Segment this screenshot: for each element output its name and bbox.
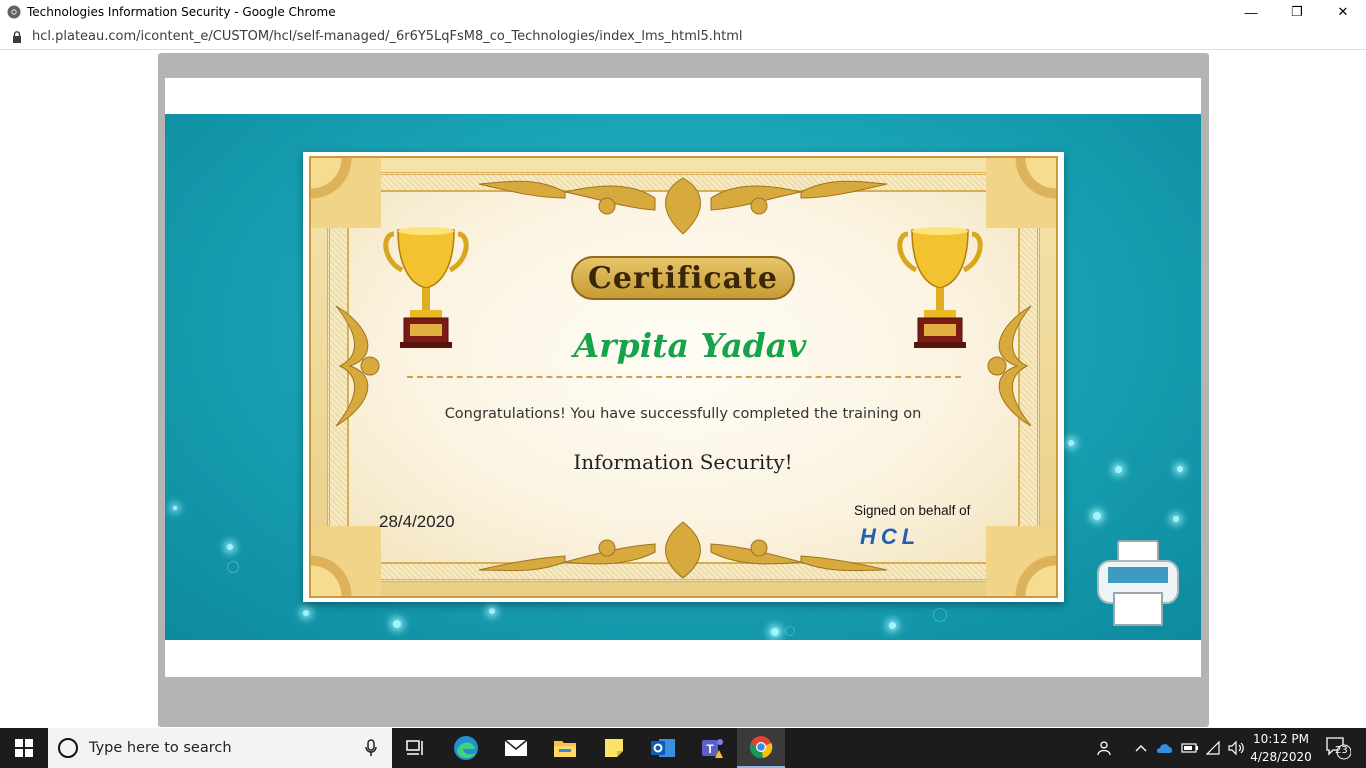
corner-ornament [311, 526, 381, 596]
frame-footer-strip [165, 640, 1201, 677]
show-hidden-icons-button[interactable] [1132, 728, 1150, 768]
corner-ornament [311, 158, 381, 228]
completion-message: Congratulations! You have successfully c… [444, 406, 922, 422]
clock-time: 10:12 PM [1253, 732, 1309, 746]
speaker-icon [1228, 741, 1244, 755]
onedrive-icon [1156, 744, 1173, 753]
lock-icon [13, 30, 21, 43]
file-explorer-icon [554, 741, 576, 757]
minimize-button[interactable]: — [1228, 0, 1274, 24]
glow-dot [1068, 440, 1074, 446]
notification-count: 23 [1335, 745, 1348, 756]
clock-date: 4/28/2020 [1250, 750, 1312, 764]
people-icon [1097, 741, 1111, 756]
glow-dot [889, 622, 896, 629]
certificate-title: Certificate [588, 260, 778, 296]
task-view-button[interactable] [392, 728, 440, 768]
frame-header-strip [165, 78, 1201, 114]
mail-button[interactable] [492, 728, 540, 768]
microphone-icon[interactable] [365, 739, 377, 757]
recipient-name: Arpita Yadav [573, 326, 807, 365]
glow-dot [303, 610, 309, 616]
glow-dot [771, 628, 779, 636]
volume-button[interactable] [1226, 728, 1248, 768]
hcl-logo: HCL [860, 524, 921, 549]
certificate-date: 28/4/2020 [379, 512, 455, 531]
teams-icon: T [702, 739, 723, 758]
circuit-ring [227, 561, 239, 573]
close-button[interactable]: ✕ [1320, 0, 1366, 24]
glow-dot [489, 608, 495, 614]
action-center-button[interactable]: 23 [1320, 728, 1356, 768]
taskbar-clock[interactable]: 10:12 PM 4/28/2020 [1247, 730, 1315, 766]
window-titlebar: Technologies Information Security - Goog… [0, 0, 1366, 24]
outlook-icon [651, 739, 675, 757]
outlook-button[interactable] [639, 728, 687, 768]
file-explorer-button[interactable] [541, 728, 589, 768]
chrome-taskbar-button[interactable] [737, 728, 785, 768]
restore-button[interactable]: ❐ [1274, 0, 1320, 24]
edge-icon [454, 736, 478, 760]
course-name: Information Security! [573, 450, 793, 474]
wifi-icon [1206, 741, 1220, 755]
divider [407, 376, 961, 378]
trophy-icon [897, 227, 983, 348]
svg-text:T: T [706, 742, 714, 756]
glow-dot [1093, 512, 1101, 520]
start-button[interactable] [0, 728, 48, 768]
edge-button[interactable] [442, 728, 490, 768]
sticky-notes-button[interactable] [590, 728, 638, 768]
url-text[interactable]: hcl.plateau.com/icontent_e/CUSTOM/hcl/se… [32, 29, 743, 44]
corner-ornament [986, 526, 1056, 596]
people-button[interactable] [1094, 728, 1116, 768]
search-circle-icon [58, 738, 78, 758]
bottom-flourish-icon [478, 521, 888, 579]
glow-dot [1115, 466, 1122, 473]
task-view-icon [406, 740, 423, 755]
glow-dot [1177, 466, 1183, 472]
sticky-notes-icon [605, 739, 623, 757]
chevron-up-icon [1135, 745, 1147, 752]
top-flourish-icon [478, 177, 888, 235]
onedrive-button[interactable] [1154, 728, 1176, 768]
circuit-ring [933, 608, 947, 622]
glow-dot [173, 506, 177, 510]
taskbar: Type here to search T 10:12 PM 4/28/2020… [0, 728, 1366, 768]
teams-button[interactable]: T [688, 728, 736, 768]
corner-ornament [986, 158, 1056, 228]
search-placeholder[interactable]: Type here to search [89, 740, 232, 756]
mail-icon [504, 739, 528, 756]
chrome-icon [7, 5, 21, 19]
battery-button[interactable] [1180, 728, 1200, 768]
glow-dot [393, 620, 401, 628]
taskbar-search-box[interactable]: Type here to search [48, 728, 392, 768]
circuit-ring [785, 626, 795, 636]
trophy-icon [383, 227, 469, 348]
battery-icon [1181, 743, 1198, 753]
chrome-icon [750, 736, 773, 759]
certificate-title-plate: Certificate [571, 256, 795, 300]
signed-label: Signed on behalf of [854, 503, 971, 518]
address-bar[interactable]: hcl.plateau.com/icontent_e/CUSTOM/hcl/se… [0, 24, 1366, 50]
windows-icon [15, 739, 33, 757]
wifi-button[interactable] [1204, 728, 1224, 768]
window-title: Technologies Information Security - Goog… [27, 5, 336, 19]
glow-dot [1173, 516, 1179, 522]
glow-dot [227, 544, 233, 550]
print-button[interactable] [1094, 539, 1182, 627]
